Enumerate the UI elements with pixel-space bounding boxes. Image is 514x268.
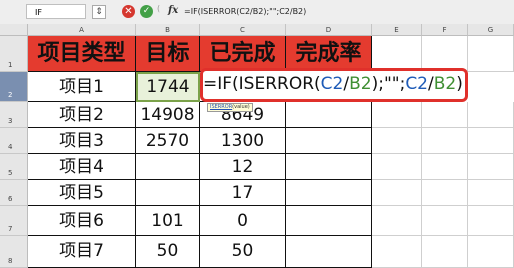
cell-a7[interactable]: 项目6 xyxy=(28,206,136,236)
cell-c7[interactable]: 0 xyxy=(200,206,286,236)
formula-part: ) xyxy=(456,74,463,94)
column-header-b[interactable]: B xyxy=(136,24,200,36)
formula-ref-c2: C2 xyxy=(405,74,428,94)
column-header-d[interactable]: D xyxy=(286,24,372,36)
empty-cell[interactable] xyxy=(422,128,468,154)
empty-cell[interactable] xyxy=(422,180,468,206)
empty-cell[interactable] xyxy=(422,102,468,128)
empty-cell[interactable] xyxy=(372,36,422,72)
cell-c6[interactable]: 17 xyxy=(200,180,286,206)
cell-d6[interactable] xyxy=(286,180,372,206)
cell-a6[interactable]: 项目5 xyxy=(28,180,136,206)
cell-d8[interactable] xyxy=(286,236,372,268)
cell-b7[interactable]: 101 xyxy=(136,206,200,236)
fx-icon[interactable]: fx xyxy=(168,5,178,16)
cell-b8[interactable]: 50 xyxy=(136,236,200,268)
cell-a8[interactable]: 项目7 xyxy=(28,236,136,268)
cell-b6[interactable] xyxy=(136,180,200,206)
cell-c8[interactable]: 50 xyxy=(200,236,286,268)
empty-cell[interactable] xyxy=(422,154,468,180)
spreadsheet-window: IF ⇕ ✕ ✓ ( fx =IF(ISERROR(C2/B2);"";C2/B… xyxy=(0,0,514,268)
formula-input[interactable]: =IF(ISERROR(C2/B2);"";C2/B2) xyxy=(184,7,306,16)
cell-a4[interactable]: 项目3 xyxy=(28,128,136,154)
cancel-icon[interactable]: ✕ xyxy=(122,5,135,18)
cell-a3[interactable]: 项目2 xyxy=(28,102,136,128)
empty-cell[interactable] xyxy=(422,36,468,72)
formula-ref-b2: B2 xyxy=(349,74,372,94)
empty-cell[interactable] xyxy=(468,180,514,206)
name-box[interactable]: IF xyxy=(26,4,86,19)
tooltip-function-link[interactable]: ISERROR xyxy=(210,104,232,110)
formula-bar: IF ⇕ ✕ ✓ ( fx =IF(ISERROR(C2/B2);"";C2/B… xyxy=(0,0,514,25)
cell-a2[interactable]: 项目1 xyxy=(28,72,136,102)
cell-d5[interactable] xyxy=(286,154,372,180)
empty-cell[interactable] xyxy=(372,154,422,180)
formula-bar-separator: ( xyxy=(157,4,161,13)
empty-cell[interactable] xyxy=(372,206,422,236)
cell-b5[interactable] xyxy=(136,154,200,180)
row-header-5[interactable]: 5 xyxy=(0,154,28,180)
empty-cell[interactable] xyxy=(372,102,422,128)
formula-part: );""; xyxy=(371,74,406,94)
header-done[interactable]: 已完成 xyxy=(200,36,286,72)
row-header-7[interactable]: 7 xyxy=(0,206,28,236)
cell-b4[interactable]: 2570 xyxy=(136,128,200,154)
empty-cell[interactable] xyxy=(372,128,422,154)
row-header-1[interactable]: 1 xyxy=(0,36,28,72)
cell-d3[interactable] xyxy=(286,102,372,128)
cell-c4[interactable]: 1300 xyxy=(200,128,286,154)
cell-b3[interactable]: 14908 xyxy=(136,102,200,128)
empty-cell[interactable] xyxy=(468,206,514,236)
formula-part: =IF(ISERROR( xyxy=(203,74,321,94)
cell-c5[interactable]: 12 xyxy=(200,154,286,180)
empty-cell[interactable] xyxy=(372,180,422,206)
cell-b2[interactable]: 1744 xyxy=(136,72,200,102)
function-tooltip: ISERROR(value) xyxy=(207,103,253,112)
formula-ref-b2: B2 xyxy=(433,74,457,94)
formula-ref-c2: C2 xyxy=(320,74,344,94)
row-header-8[interactable]: 8 xyxy=(0,236,28,268)
column-header-f[interactable]: F xyxy=(422,24,468,36)
cell-d7[interactable] xyxy=(286,206,372,236)
confirm-icon[interactable]: ✓ xyxy=(140,5,153,18)
empty-cell[interactable] xyxy=(422,236,468,268)
column-header-a[interactable]: A xyxy=(28,24,136,36)
empty-cell[interactable] xyxy=(468,154,514,180)
empty-cell[interactable] xyxy=(372,236,422,268)
empty-cell[interactable] xyxy=(468,102,514,128)
empty-cell[interactable] xyxy=(468,128,514,154)
cell-edit-formula[interactable]: =IF(ISERROR(C2/B2);"";C2/B2) xyxy=(203,74,463,94)
cell-d4[interactable] xyxy=(286,128,372,154)
empty-cell[interactable] xyxy=(468,36,514,72)
row-header-6[interactable]: 6 xyxy=(0,180,28,206)
empty-cell[interactable] xyxy=(468,236,514,268)
header-item-type[interactable]: 项目类型 xyxy=(28,36,136,72)
empty-cell[interactable] xyxy=(422,206,468,236)
row-header-2[interactable]: 2 xyxy=(0,72,28,102)
cell-a5[interactable]: 项目4 xyxy=(28,154,136,180)
header-target[interactable]: 目标 xyxy=(136,36,200,72)
column-header-e[interactable]: E xyxy=(372,24,422,36)
header-rate[interactable]: 完成率 xyxy=(286,36,372,72)
column-header-c[interactable]: C xyxy=(200,24,286,36)
column-header-g[interactable]: G xyxy=(468,24,514,36)
row-header-3[interactable]: 3 xyxy=(0,102,28,128)
name-box-stepper-icon[interactable]: ⇕ xyxy=(92,5,106,19)
select-all-corner[interactable] xyxy=(0,24,28,36)
tooltip-argument: (value) xyxy=(232,104,250,110)
row-header-4[interactable]: 4 xyxy=(0,128,28,154)
